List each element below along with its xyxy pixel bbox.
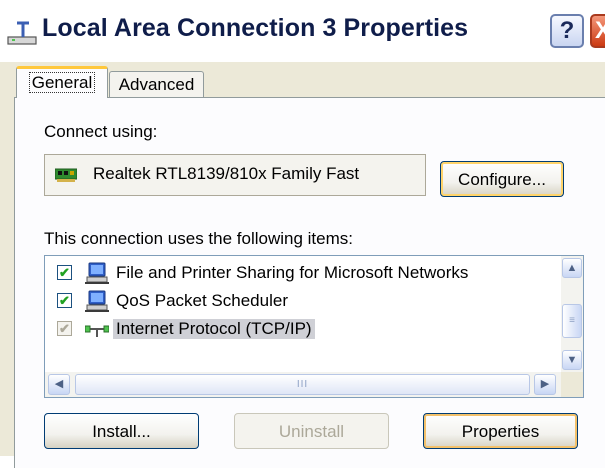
- item-checkbox[interactable]: ✔: [57, 293, 72, 308]
- item-label: QoS Packet Scheduler: [116, 291, 288, 310]
- scroll-left-button[interactable]: ◀: [48, 374, 70, 395]
- network-adapter-icon: [55, 168, 77, 182]
- adapter-name: Realtek RTL8139/810x Family Fast: [93, 164, 360, 183]
- install-button[interactable]: Install...: [44, 413, 199, 449]
- network-connection-icon: [7, 21, 37, 45]
- item-checkbox[interactable]: ✔: [57, 321, 72, 336]
- item-label: File and Printer Sharing for Microsoft N…: [116, 263, 469, 282]
- scrollbar-corner: [561, 372, 583, 397]
- adapter-field: Realtek RTL8139/810x Family Fast: [44, 154, 426, 196]
- horizontal-scroll-thumb[interactable]: III: [75, 374, 530, 395]
- item-checkbox[interactable]: ✔: [57, 265, 72, 280]
- configure-button[interactable]: Configure...: [440, 161, 564, 197]
- scroll-up-button[interactable]: ▲: [562, 258, 582, 278]
- tab-general-label: General: [28, 72, 96, 93]
- connect-using-label: Connect using:: [44, 122, 158, 141]
- network-computer-icon: [85, 290, 109, 312]
- network-computer-icon: [85, 262, 109, 284]
- uninstall-button[interactable]: Uninstall: [234, 413, 389, 449]
- scroll-down-button[interactable]: ▼: [562, 350, 582, 370]
- title-bar[interactable]: Local Area Connection 3 Properties ? X: [0, 0, 605, 62]
- scroll-right-button[interactable]: ▶: [534, 374, 556, 395]
- vertical-scroll-thumb[interactable]: ≡: [562, 304, 582, 338]
- close-button[interactable]: X: [590, 14, 605, 48]
- properties-button[interactable]: Properties: [423, 413, 578, 449]
- components-list[interactable]: ✔ File and Printer Sharing for Microsoft…: [44, 255, 584, 398]
- window-title: Local Area Connection 3 Properties: [42, 14, 469, 42]
- help-button[interactable]: ?: [550, 14, 584, 48]
- list-item[interactable]: ✔ File and Printer Sharing for Microsoft…: [45, 260, 545, 288]
- protocol-icon: [85, 325, 109, 337]
- list-item[interactable]: ✔ QoS Packet Scheduler: [45, 288, 545, 316]
- item-label: Internet Protocol (TCP/IP): [113, 319, 315, 339]
- list-item[interactable]: ✔ Internet Protocol (TCP/IP): [45, 316, 545, 344]
- vertical-scrollbar[interactable]: ▲ ≡ ▼: [561, 256, 583, 372]
- horizontal-scrollbar[interactable]: ◀ III ▶: [45, 372, 561, 397]
- tab-advanced[interactable]: Advanced: [109, 71, 204, 97]
- items-label: This connection uses the following items…: [44, 229, 353, 248]
- tab-general[interactable]: General: [16, 66, 108, 98]
